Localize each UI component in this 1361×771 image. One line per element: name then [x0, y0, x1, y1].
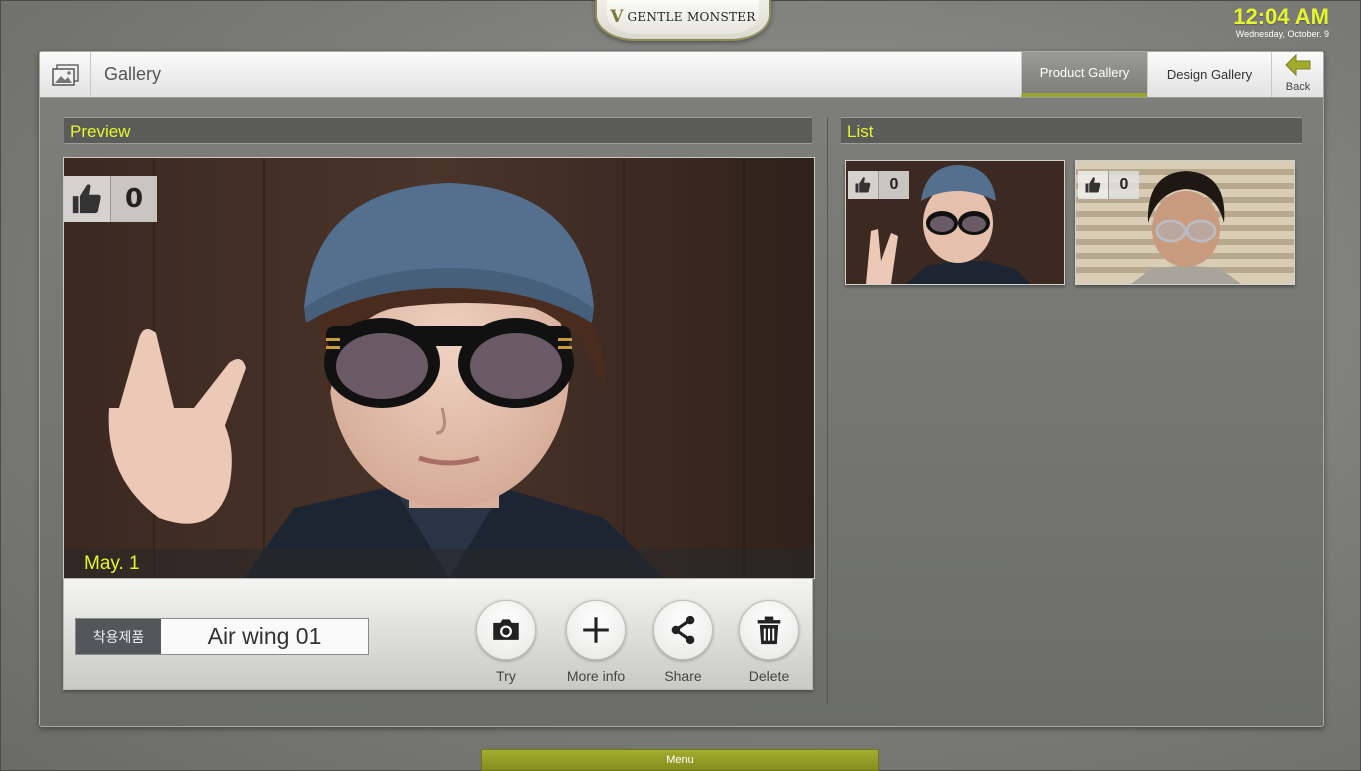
- clock-date: Wednesday, October. 9: [1235, 29, 1329, 39]
- photo-date: May. 1: [84, 553, 140, 574]
- brand-badge: V GENTLE MONSTER: [595, 0, 771, 41]
- try-button[interactable]: Try: [461, 600, 551, 684]
- thumbs-up-icon: [848, 171, 879, 199]
- brand-name: GENTLE MONSTER: [627, 10, 756, 24]
- clock: 12:04 AM Wednesday, October. 9: [1233, 5, 1329, 40]
- back-label: Back: [1285, 81, 1311, 93]
- delete-label: Delete: [748, 668, 790, 684]
- product-name: Air wing 01: [161, 618, 369, 655]
- thumbs-up-icon: [1078, 171, 1109, 199]
- tab-product-gallery[interactable]: Product Gallery: [1021, 52, 1147, 97]
- trash-icon: [757, 616, 781, 645]
- thumbs-up-icon: [72, 184, 101, 214]
- thumb-like-box: 0: [848, 171, 909, 199]
- back-button[interactable]: Back: [1271, 52, 1324, 97]
- thumb-like-count: 0: [879, 171, 909, 199]
- tab-label: Product Gallery: [1039, 65, 1130, 80]
- section-divider: [827, 118, 828, 704]
- tab-label: Design Gallery: [1166, 67, 1253, 82]
- preview-photo: 0 May. 1: [63, 157, 815, 579]
- preview-section-title: Preview: [64, 117, 812, 144]
- date-bar: May. 1: [64, 549, 814, 578]
- product-label: 착용제품: [75, 618, 162, 655]
- delete-button[interactable]: Delete: [724, 600, 814, 684]
- list-section-title: List: [841, 117, 1302, 144]
- like-button[interactable]: [64, 176, 111, 222]
- panel-header: Gallery Product Gallery Design Gallery B…: [40, 52, 1323, 98]
- plus-icon: [583, 617, 609, 643]
- more-info-button[interactable]: More info: [551, 600, 641, 684]
- preview-controls: 착용제품 Air wing 01 Try More info Share Del…: [63, 578, 813, 690]
- menu-button[interactable]: Menu: [481, 749, 879, 771]
- try-label: Try: [496, 668, 516, 684]
- preview-portrait-image: [64, 158, 814, 578]
- like-count: 0: [111, 176, 157, 222]
- back-arrow-icon: [1285, 53, 1311, 77]
- clock-time: 12:04 AM: [1233, 4, 1329, 29]
- more-info-label: More info: [566, 668, 626, 684]
- thumb-like-count: 0: [1109, 171, 1139, 199]
- tab-design-gallery[interactable]: Design Gallery: [1147, 52, 1271, 97]
- share-button[interactable]: Share: [638, 600, 728, 684]
- camera-icon: [493, 619, 519, 640]
- preview-like-box: 0: [64, 176, 157, 222]
- list-item[interactable]: 0: [1075, 160, 1295, 285]
- share-icon: [671, 615, 695, 645]
- share-label: Share: [664, 668, 702, 684]
- menu-label: Menu: [666, 754, 694, 766]
- gallery-icon: [40, 52, 91, 97]
- page-title: Gallery: [104, 64, 162, 84]
- thumb-like-box: 0: [1078, 171, 1139, 199]
- brand-logo-icon: V: [610, 7, 624, 27]
- gallery-panel: Gallery Product Gallery Design Gallery B…: [39, 51, 1324, 727]
- list-item[interactable]: 0: [845, 160, 1065, 285]
